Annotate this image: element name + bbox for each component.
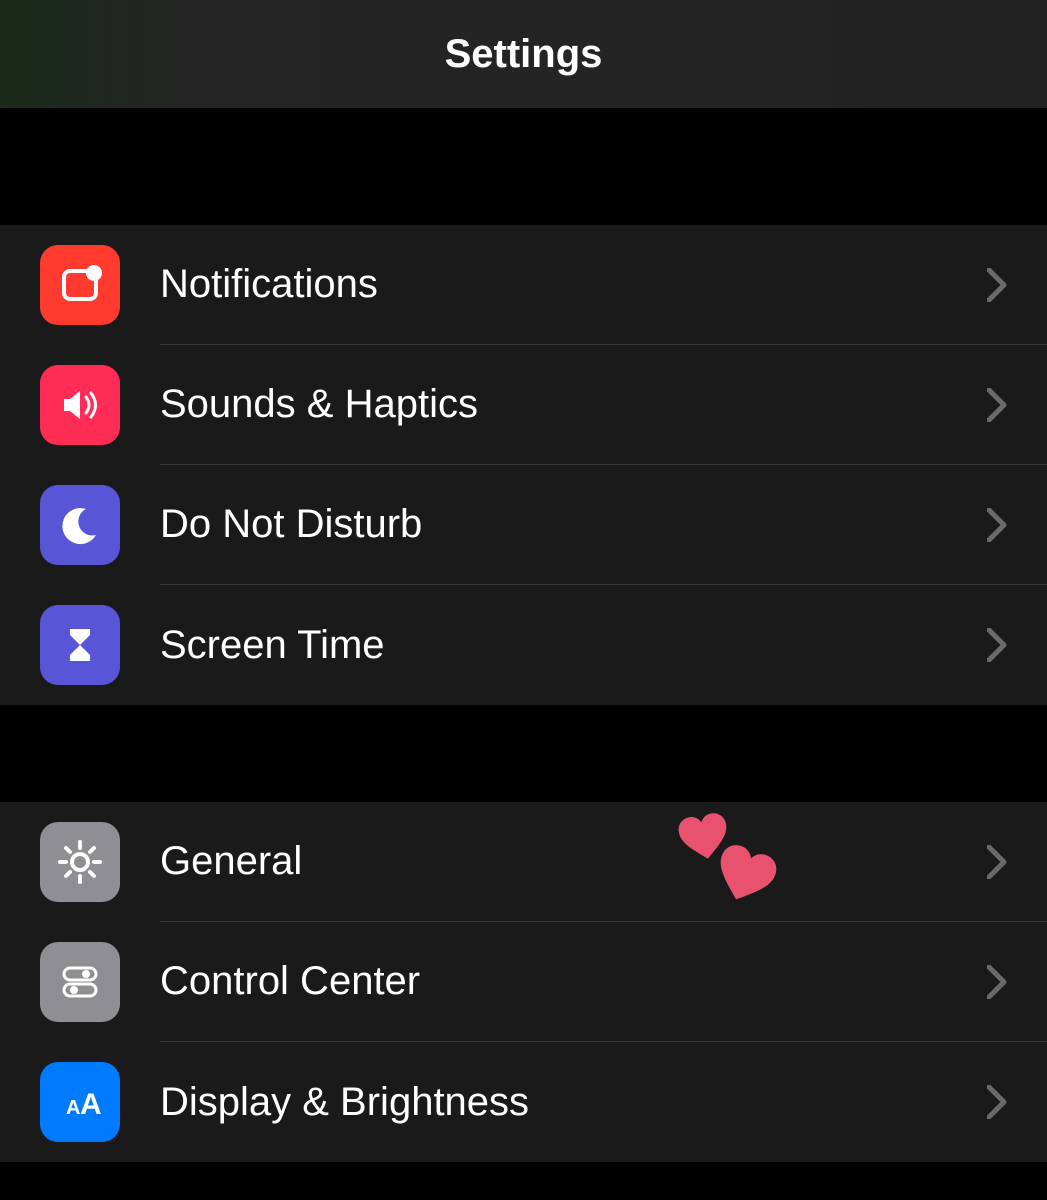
speaker-icon <box>40 365 120 445</box>
toggles-icon <box>40 942 120 1022</box>
settings-list: Notifications Sounds & Haptics <box>0 108 1047 1162</box>
chevron-right-icon <box>987 268 1007 302</box>
chevron-right-icon <box>987 388 1007 422</box>
settings-row-notifications[interactable]: Notifications <box>0 225 1047 345</box>
settings-section: General Control Center A <box>0 802 1047 1162</box>
chevron-right-icon <box>987 508 1007 542</box>
settings-row-dnd[interactable]: Do Not Disturb <box>0 465 1047 585</box>
settings-section: Notifications Sounds & Haptics <box>0 225 1047 705</box>
settings-row-sounds[interactable]: Sounds & Haptics <box>0 345 1047 465</box>
text-size-icon: A A <box>40 1062 120 1142</box>
row-label: Sounds & Haptics <box>160 382 987 427</box>
chevron-right-icon <box>987 1085 1007 1119</box>
settings-row-general[interactable]: General <box>0 802 1047 922</box>
hourglass-icon <box>40 605 120 685</box>
notifications-icon <box>40 245 120 325</box>
row-label: Notifications <box>160 262 987 307</box>
settings-row-screentime[interactable]: Screen Time <box>0 585 1047 705</box>
page-title: Settings <box>445 32 603 77</box>
settings-row-display[interactable]: A A Display & Brightness <box>0 1042 1047 1162</box>
moon-icon <box>40 485 120 565</box>
row-label: Do Not Disturb <box>160 502 987 547</box>
row-label: Display & Brightness <box>160 1080 987 1125</box>
row-label: Screen Time <box>160 623 987 668</box>
chevron-right-icon <box>987 965 1007 999</box>
svg-text:A: A <box>80 1088 102 1121</box>
gear-icon <box>40 822 120 902</box>
chevron-right-icon <box>987 845 1007 879</box>
row-label: Control Center <box>160 959 987 1004</box>
nav-header: Settings <box>0 0 1047 108</box>
row-label: General <box>160 839 987 884</box>
svg-text:A: A <box>66 1097 80 1119</box>
settings-row-control-center[interactable]: Control Center <box>0 922 1047 1042</box>
chevron-right-icon <box>987 628 1007 662</box>
